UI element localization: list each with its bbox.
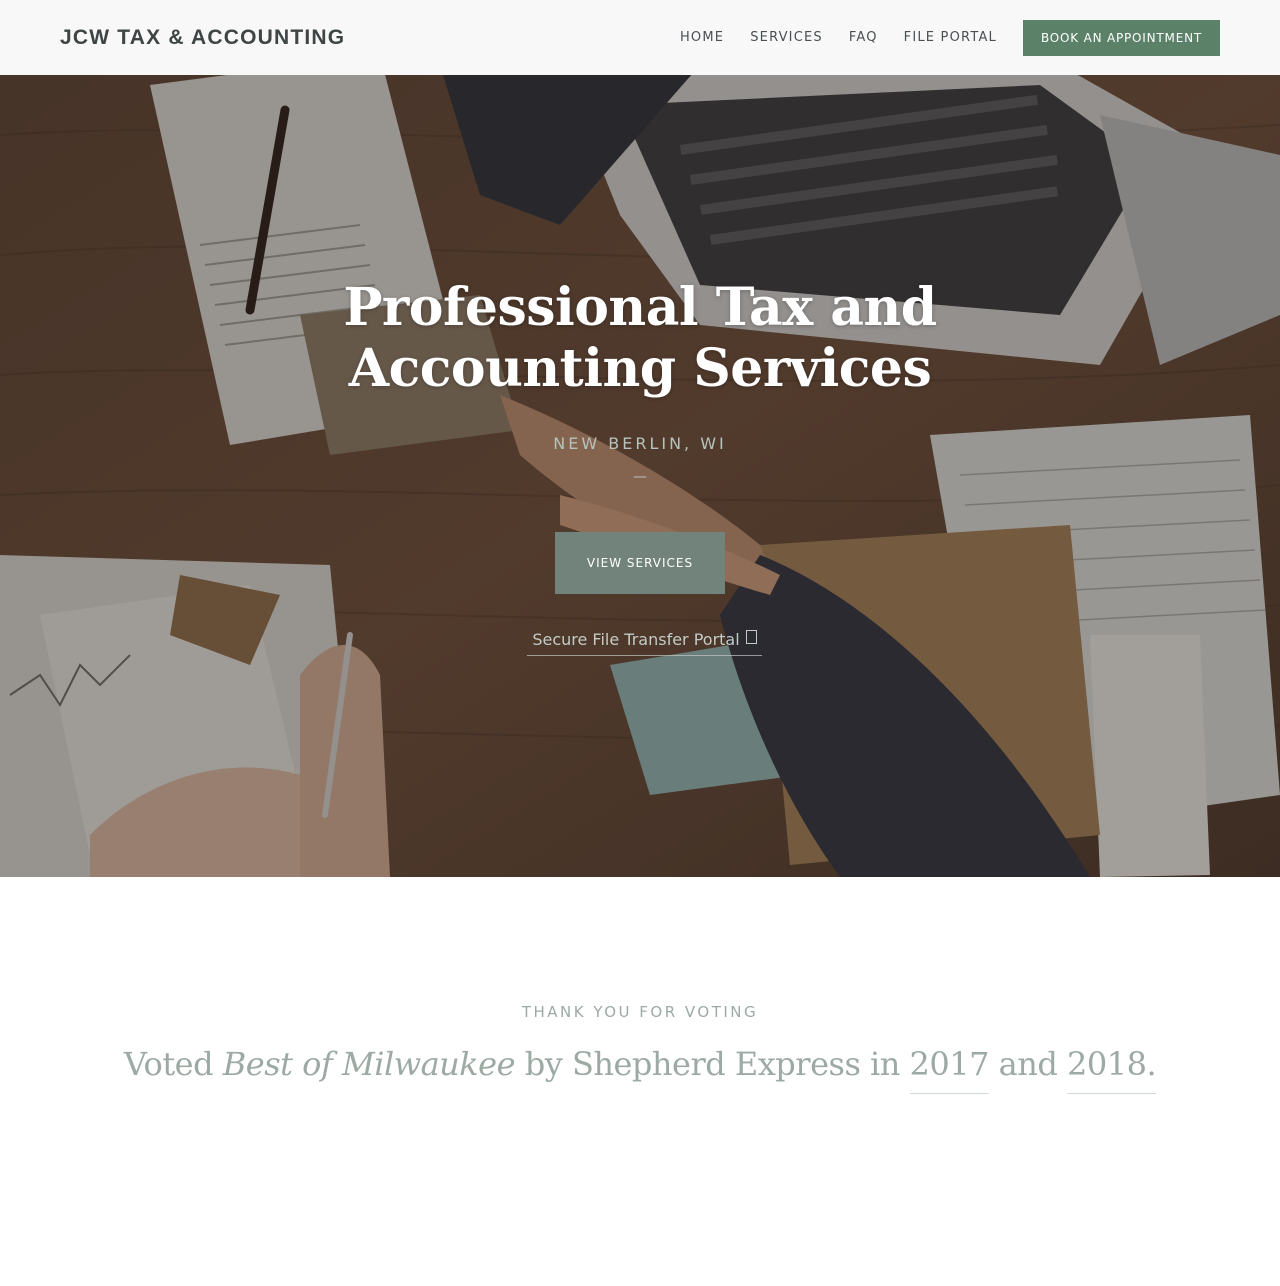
hero-content: Professional Tax and Accounting Services… bbox=[0, 75, 1280, 877]
year-2018-link[interactable]: 2018. bbox=[1067, 1045, 1157, 1094]
external-link-icon bbox=[745, 630, 757, 648]
nav-faq[interactable]: FAQ bbox=[849, 30, 878, 45]
view-services-button[interactable]: VIEW SERVICES bbox=[555, 532, 725, 594]
year-2017-link[interactable]: 2017 bbox=[909, 1045, 989, 1094]
voting-kicker: THANK YOU FOR VOTING bbox=[521, 1003, 759, 1021]
site-logo[interactable]: JCW TAX & ACCOUNTING bbox=[60, 26, 345, 50]
voting-headline: Voted Best of Milwaukee by Shepherd Expr… bbox=[0, 1045, 1280, 1094]
nav-home[interactable]: HOME bbox=[680, 30, 724, 45]
voting-award: Best of Milwaukee bbox=[222, 1045, 516, 1083]
book-appointment-button[interactable]: BOOK AN APPOINTMENT bbox=[1022, 19, 1220, 56]
hero-section: Professional Tax and Accounting Services… bbox=[0, 75, 1280, 877]
nav-services[interactable]: SERVICES bbox=[750, 30, 823, 45]
site-header: JCW TAX & ACCOUNTING HOME SERVICES FAQ F… bbox=[0, 0, 1280, 75]
voting-prefix: Voted bbox=[123, 1045, 223, 1083]
secure-file-portal-link[interactable]: Secure File Transfer Portal bbox=[527, 630, 762, 656]
main-nav: HOME SERVICES FAQ FILE PORTAL BOOK AN AP… bbox=[654, 19, 1220, 56]
hero-title: Professional Tax and Accounting Services bbox=[343, 277, 937, 399]
nav-file-portal[interactable]: FILE PORTAL bbox=[904, 30, 997, 45]
voting-mid: by Shepherd Express in bbox=[515, 1045, 910, 1083]
hero-location: NEW BERLIN, WI bbox=[553, 434, 727, 453]
hero-divider: — bbox=[633, 469, 647, 485]
secure-file-portal-label: Secure File Transfer Portal bbox=[532, 630, 740, 649]
voting-and: and bbox=[988, 1045, 1067, 1083]
voting-section: THANK YOU FOR VOTING Voted Best of Milwa… bbox=[0, 877, 1280, 1286]
